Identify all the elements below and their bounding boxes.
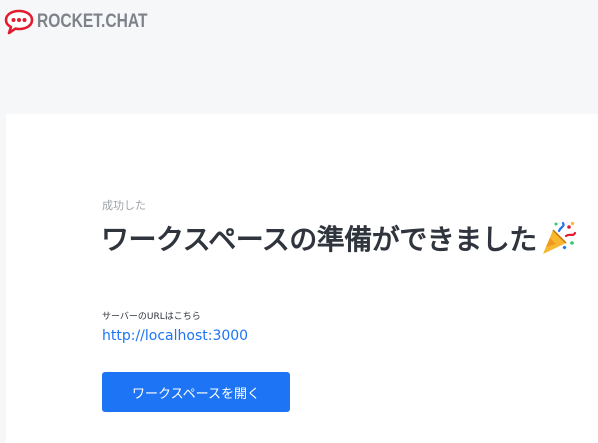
setup-complete-page: ROCKET.CHAT 成功した ワークスペースの準備ができました サーバーのU…	[0, 0, 598, 443]
party-popper-icon	[542, 221, 576, 254]
content-card: 成功した ワークスペースの準備ができました サーバーのURLはこちら http:…	[6, 114, 598, 443]
rocket-chat-logo-icon	[4, 9, 34, 35]
success-overline: 成功した	[102, 199, 146, 212]
logo-text: ROCKET.CHAT	[37, 11, 148, 32]
server-url-link[interactable]: http://localhost:3000	[102, 328, 248, 344]
server-url-label: サーバーのURLはこちら	[102, 312, 201, 322]
title-row: ワークスペースの準備ができました	[101, 218, 577, 258]
open-workspace-button[interactable]: ワークスペースを開く	[102, 372, 290, 412]
page-title: ワークスペースの準備ができました	[101, 223, 537, 256]
rocket-chat-logo: ROCKET.CHAT	[4, 9, 172, 35]
